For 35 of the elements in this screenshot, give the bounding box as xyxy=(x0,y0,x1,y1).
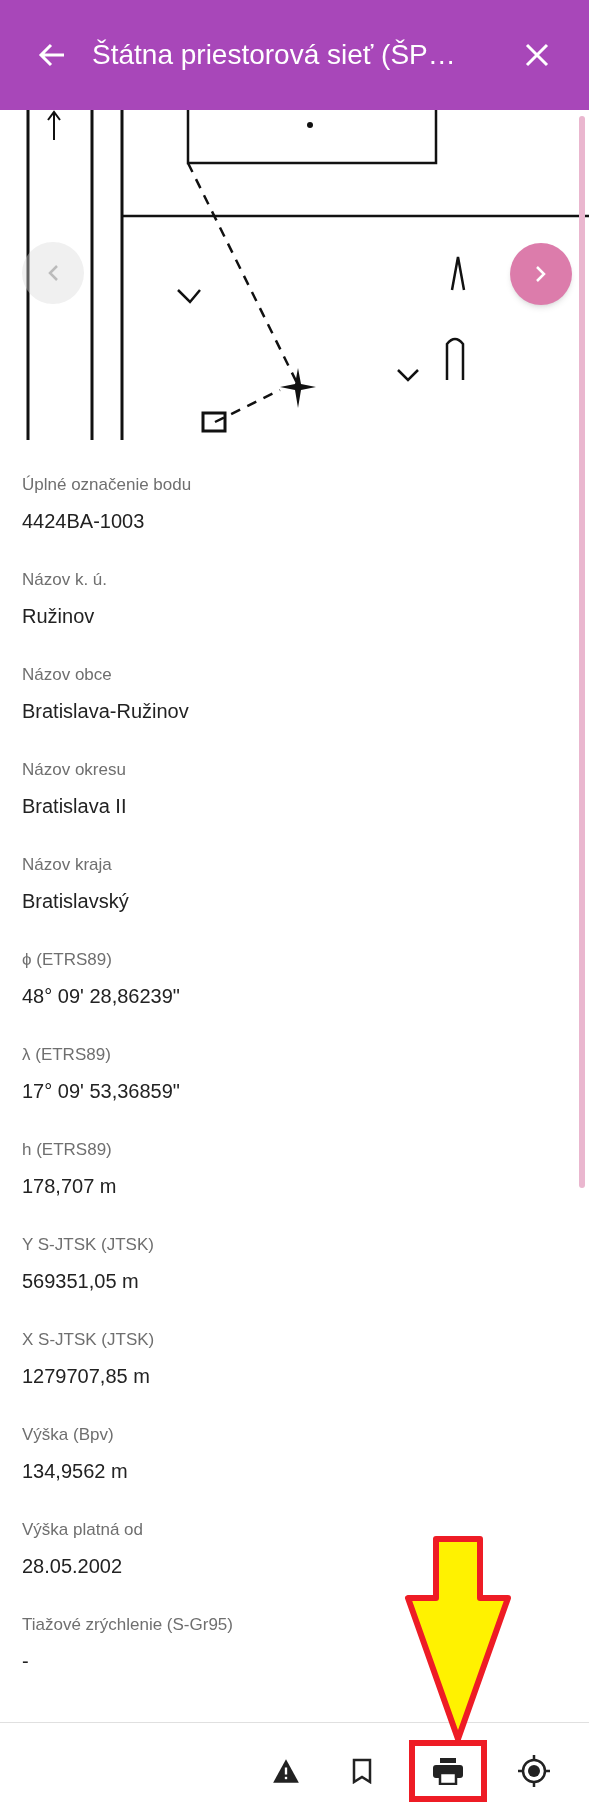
field-value: Bratislava II xyxy=(22,794,128,819)
field-label: Názov obce xyxy=(22,664,113,686)
field-value: - xyxy=(22,1649,30,1674)
field-label: Výška platná od xyxy=(22,1519,144,1541)
chevron-right-icon xyxy=(535,265,547,283)
field-label: Názov kraja xyxy=(22,854,113,876)
field-value: 178,707 m xyxy=(22,1174,118,1199)
field-value: Bratislava-Ružinov xyxy=(22,699,190,724)
close-icon xyxy=(525,43,549,67)
field-value: 48° 09' 28,86239" xyxy=(22,984,181,1009)
field-label: Názov okresu xyxy=(22,759,127,781)
field-value: 28.05.2002 xyxy=(22,1554,124,1579)
field-value: Bratislavský xyxy=(22,889,130,914)
field-label: ϕ (ETRS89) xyxy=(22,949,113,971)
field-label: λ (ETRS89) xyxy=(22,1044,112,1066)
field-label: Výška (Bpv) xyxy=(22,1424,115,1446)
chevron-left-icon xyxy=(47,264,59,282)
field-label: Y S-JTSK (JTSK) xyxy=(22,1234,155,1256)
field-label: Názov k. ú. xyxy=(22,569,109,591)
field-label: Tiažové zrýchlenie (S-Gr95) xyxy=(22,1614,234,1636)
back-arrow-icon xyxy=(38,43,66,67)
field-value: Ružinov xyxy=(22,604,96,629)
field-value: 17° 09' 53,36859" xyxy=(22,1079,181,1104)
warning-icon xyxy=(272,1757,300,1784)
field-label: h (ETRS89) xyxy=(22,1139,113,1161)
field-value: 4424BA-1003 xyxy=(22,509,146,534)
field-label: Úplné označenie bodu xyxy=(22,474,193,496)
field-value: 134,9562 m xyxy=(22,1459,129,1484)
printer-icon xyxy=(432,1756,464,1785)
field-value: 569351,05 m xyxy=(22,1269,140,1294)
crosshair-icon xyxy=(517,1753,551,1788)
window-title: Štátna priestorová sieť (ŠP… xyxy=(92,38,457,72)
field-value: 1279707,85 m xyxy=(22,1364,151,1389)
field-label: X S-JTSK (JTSK) xyxy=(22,1329,156,1351)
bookmark-icon xyxy=(352,1757,372,1784)
